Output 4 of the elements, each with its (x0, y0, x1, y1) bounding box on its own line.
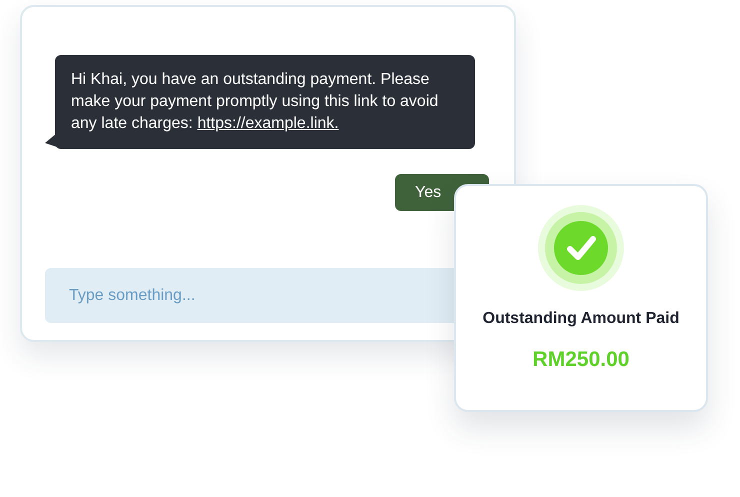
bubble-tail (45, 133, 57, 147)
payment-link[interactable]: https://example.link. (197, 115, 339, 132)
payment-amount: RM250.00 (532, 348, 630, 372)
payment-title: Outstanding Amount Paid (482, 310, 680, 328)
